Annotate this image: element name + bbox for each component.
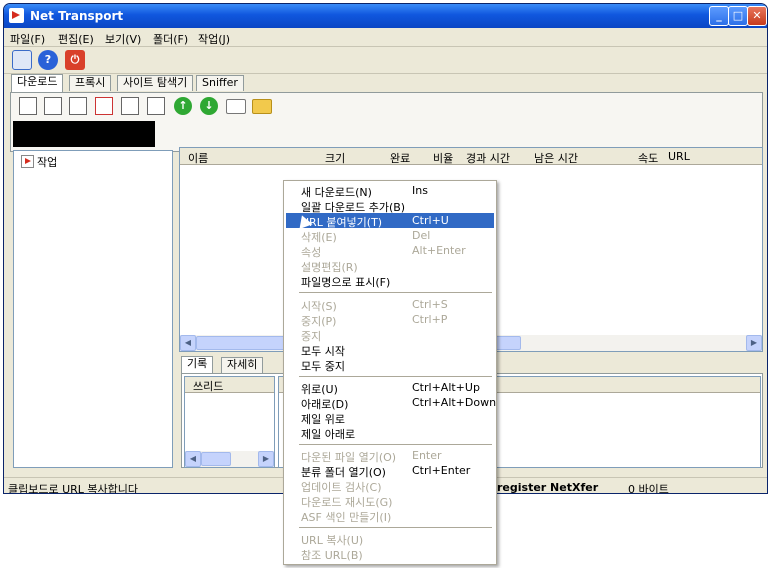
context-menu: 새 다운로드(N) Ins 일괄 다운로드 추가(B) URL 붙여넣기(T) Ct…	[283, 180, 497, 565]
menu-build-asf-index[interactable]: ASF 색인 만들기(I)	[286, 508, 494, 524]
maximize-button[interactable]: □	[728, 6, 748, 26]
list-header: 이름 크기 완료 비율 경과 시간 남은 시간 속도 URL	[180, 148, 762, 165]
new-download-icon[interactable]	[95, 97, 113, 115]
help-icon[interactable]: ?	[38, 50, 58, 70]
col-thread[interactable]: 쓰리드	[193, 378, 223, 394]
stop-icon[interactable]	[69, 97, 87, 115]
menu-separator	[299, 292, 492, 293]
menu-move-up[interactable]: 위로(U) Ctrl+Alt+Up	[286, 380, 494, 396]
status-register[interactable]: register NetXfer	[497, 481, 598, 493]
status-bytes: 0 바이트	[628, 483, 669, 494]
job-folder-icon	[21, 155, 34, 168]
menu-new-download[interactable]: 새 다운로드(N) Ins	[286, 183, 494, 199]
col-size[interactable]: 크기	[325, 150, 345, 166]
menu-batch-add[interactable]: 일괄 다운로드 추가(B)	[286, 198, 494, 214]
move-up-icon[interactable]: ↑	[174, 97, 192, 115]
move-down-icon[interactable]: ↓	[200, 97, 218, 115]
menu-stop-all[interactable]: 모두 중지	[286, 357, 494, 373]
minimize-button[interactable]: _	[709, 6, 729, 26]
menu-separator	[299, 527, 492, 528]
edit-note-icon[interactable]	[12, 50, 32, 70]
menu-open-category-folder[interactable]: 분류 폴더 열기(O) Ctrl+Enter	[286, 463, 494, 479]
speed-graph	[13, 121, 155, 147]
main-tabs: 다운로드 프록시 사이트 탐색기 Sniffer	[4, 74, 767, 92]
delete-icon[interactable]	[121, 97, 139, 115]
col-elapsed[interactable]: 경과 시간	[466, 150, 510, 166]
menu-paste-url[interactable]: URL 붙여넣기(T) Ctrl+U	[286, 213, 494, 229]
menu-move-down[interactable]: 아래로(D) Ctrl+Alt+Down	[286, 395, 496, 411]
menu-edit[interactable]: 편집(E)	[58, 31, 94, 47]
menu-separator	[299, 444, 492, 445]
col-remaining[interactable]: 남은 시간	[534, 150, 578, 166]
title-bar[interactable]: Net Transport _ □ ✕	[4, 4, 767, 28]
menu-referrer-url[interactable]: 참조 URL(B)	[286, 546, 494, 562]
status-message: 클립보드로 URL 복사합니다	[8, 483, 139, 494]
scroll-left-button[interactable]: ◀	[180, 335, 196, 351]
start-icon[interactable]	[19, 97, 37, 115]
menu-stop[interactable]: 중지(P) Ctrl+P	[286, 312, 494, 328]
tab-detail[interactable]: 자세히	[221, 357, 264, 373]
menu-view[interactable]: 보기(V)	[105, 31, 141, 47]
tab-proxy[interactable]: 프록시	[69, 75, 112, 91]
menu-open-downloaded-file[interactable]: 다운된 파일 열기(O) Enter	[286, 448, 494, 464]
menu-check-update[interactable]: 업데이트 검사(C)	[286, 478, 494, 494]
menu-start[interactable]: 시작(S) Ctrl+S	[286, 297, 494, 313]
job-tree[interactable]: 작업	[13, 150, 173, 468]
menu-show-filename[interactable]: 파일명으로 표시(F)	[286, 273, 494, 289]
menu-delete[interactable]: 삭제(E) Del	[286, 228, 494, 244]
menu-start-all[interactable]: 모두 시작	[286, 342, 494, 358]
thread-scroll-left[interactable]: ◀	[185, 451, 201, 467]
menu-move-top[interactable]: 제일 위로	[286, 410, 494, 426]
tab-download[interactable]: 다운로드	[11, 74, 64, 92]
col-ratio[interactable]: 비율	[433, 150, 453, 166]
app-logo-icon	[9, 8, 24, 23]
menu-copy-url[interactable]: URL 복사(U)	[286, 531, 494, 547]
window-title: Net Transport	[30, 9, 124, 23]
menu-folder[interactable]: 폴더(F)	[153, 31, 188, 47]
main-toolbar: ? ⏻	[4, 47, 767, 74]
thread-scroll-right[interactable]: ▶	[258, 451, 274, 467]
tab-log[interactable]: 기록	[181, 356, 214, 374]
thread-scroll-thumb[interactable]	[201, 452, 231, 466]
close-button[interactable]: ✕	[747, 6, 767, 26]
thread-header: 쓰리드	[185, 377, 274, 393]
menu-file[interactable]: 파일(F)	[10, 31, 45, 47]
pause-icon[interactable]	[44, 97, 62, 115]
menu-stop-2[interactable]: 중지	[286, 327, 494, 343]
menu-edit-description[interactable]: 설명편집(R)	[286, 258, 494, 274]
thread-list[interactable]: 쓰리드 ◀ ▶	[184, 376, 275, 468]
col-speed[interactable]: 속도	[638, 150, 658, 166]
menu-bar: 파일(F) 편집(E) 보기(V) 폴더(F) 작업(J)	[4, 28, 767, 47]
col-name[interactable]: 이름	[188, 150, 208, 166]
col-done[interactable]: 완료	[390, 150, 410, 166]
power-icon[interactable]: ⏻	[65, 50, 85, 70]
thread-hscrollbar[interactable]: ◀ ▶	[185, 451, 274, 467]
menu-job[interactable]: 작업(J)	[198, 31, 230, 47]
col-url[interactable]: URL	[668, 150, 690, 163]
bottom-tabs: 기록 자세히	[181, 356, 281, 374]
menu-move-bottom[interactable]: 제일 아래로	[286, 425, 494, 441]
scroll-right-button[interactable]: ▶	[746, 335, 762, 351]
tab-site-explorer[interactable]: 사이트 탐색기	[117, 75, 194, 91]
tree-root-label[interactable]: 작업	[37, 154, 57, 170]
tab-sniffer[interactable]: Sniffer	[196, 75, 244, 91]
open-folder-icon[interactable]	[252, 99, 272, 114]
menu-properties[interactable]: 속성 Alt+Enter	[286, 243, 494, 259]
menu-retry-download[interactable]: 다운로드 재시도(G)	[286, 493, 494, 509]
menu-separator	[299, 376, 492, 377]
properties-icon[interactable]	[147, 97, 165, 115]
download-toolbar: ↑ ↓	[10, 92, 763, 152]
open-file-icon[interactable]	[226, 99, 246, 114]
